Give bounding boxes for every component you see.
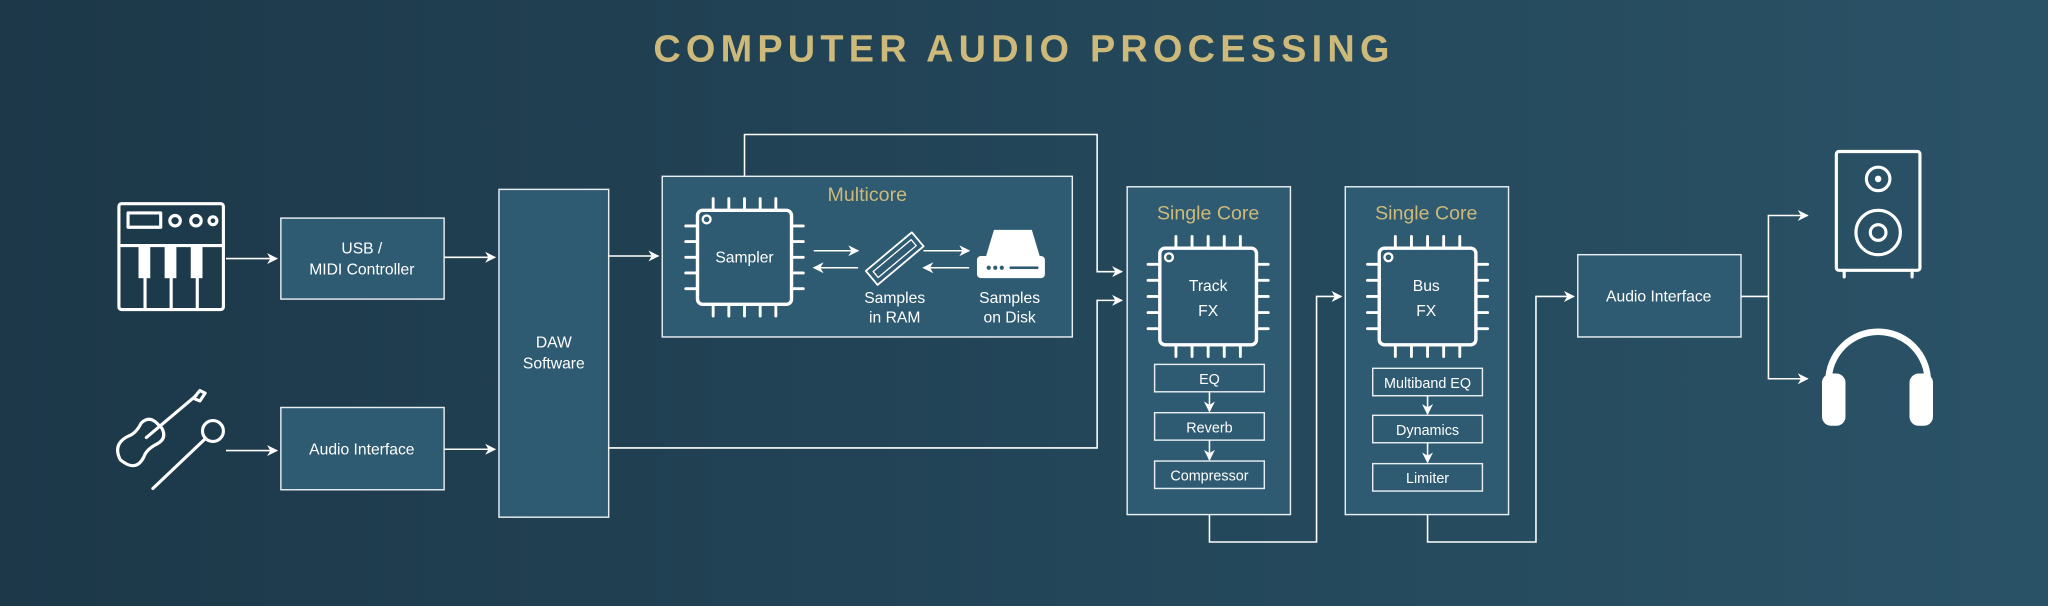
svg-text:Single Core: Single Core [1157, 202, 1259, 224]
svg-text:Multiband EQ: Multiband EQ [1384, 376, 1471, 392]
svg-text:Single Core: Single Core [1375, 202, 1477, 224]
svg-text:Samples: Samples [979, 290, 1040, 307]
fx-chain-item: Dynamics [1371, 414, 1484, 444]
fx-chain-item: Limiter [1371, 462, 1484, 492]
svg-text:Software: Software [523, 355, 585, 372]
audio-interface-output-box: Audio Interface [1577, 253, 1742, 338]
fx-chain-item: Reverb [1153, 411, 1266, 441]
fx-chain-item: Multiband EQ [1371, 367, 1484, 397]
svg-text:Samples: Samples [864, 290, 925, 307]
svg-text:Reverb: Reverb [1186, 420, 1232, 436]
svg-text:Audio Interface: Audio Interface [309, 442, 415, 459]
svg-text:EQ: EQ [1199, 372, 1220, 388]
guitar-microphone-icon [116, 388, 225, 491]
svg-text:Track: Track [1189, 278, 1228, 295]
multicore-box: Multicore Sampler Samples in RAM Samples… [661, 175, 1074, 338]
svg-text:Compressor: Compressor [1170, 469, 1248, 485]
svg-text:in RAM: in RAM [869, 310, 920, 327]
headphones-icon [1821, 328, 1933, 426]
track-fx-core-box: Single Core Track FX EQ Reverb Compressor [1126, 186, 1292, 516]
midi-keyboard-icon [117, 202, 225, 312]
svg-text:FX: FX [1416, 303, 1437, 320]
svg-text:Audio Interface: Audio Interface [1606, 289, 1712, 306]
daw-software-box: DAW Software [498, 188, 610, 518]
usb-midi-controller-box: USB / MIDI Controller [280, 217, 445, 300]
fx-chain-item: EQ [1153, 363, 1266, 393]
svg-text:Bus: Bus [1413, 278, 1440, 295]
svg-text:Multicore: Multicore [828, 184, 908, 206]
svg-text:FX: FX [1198, 303, 1219, 320]
speaker-icon [1834, 149, 1922, 279]
svg-text:Sampler: Sampler [715, 250, 773, 267]
svg-text:Limiter: Limiter [1406, 471, 1449, 487]
svg-text:MIDI Controller: MIDI Controller [309, 261, 414, 278]
svg-text:USB /: USB / [341, 240, 383, 257]
fx-chain-item: Compressor [1153, 460, 1266, 490]
svg-text:Dynamics: Dynamics [1396, 423, 1459, 439]
audio-processing-diagram: COMPUTER AUDIO PROCESSING USB / MIDI Con… [116, 28, 1933, 543]
svg-text:on Disk: on Disk [984, 310, 1036, 327]
svg-text:DAW: DAW [536, 334, 572, 351]
diagram-title: COMPUTER AUDIO PROCESSING [653, 28, 1394, 70]
audio-interface-input-box: Audio Interface [280, 406, 445, 491]
bus-fx-core-box: Single Core Bus FX Multiband EQ Dynamics L… [1344, 186, 1510, 516]
